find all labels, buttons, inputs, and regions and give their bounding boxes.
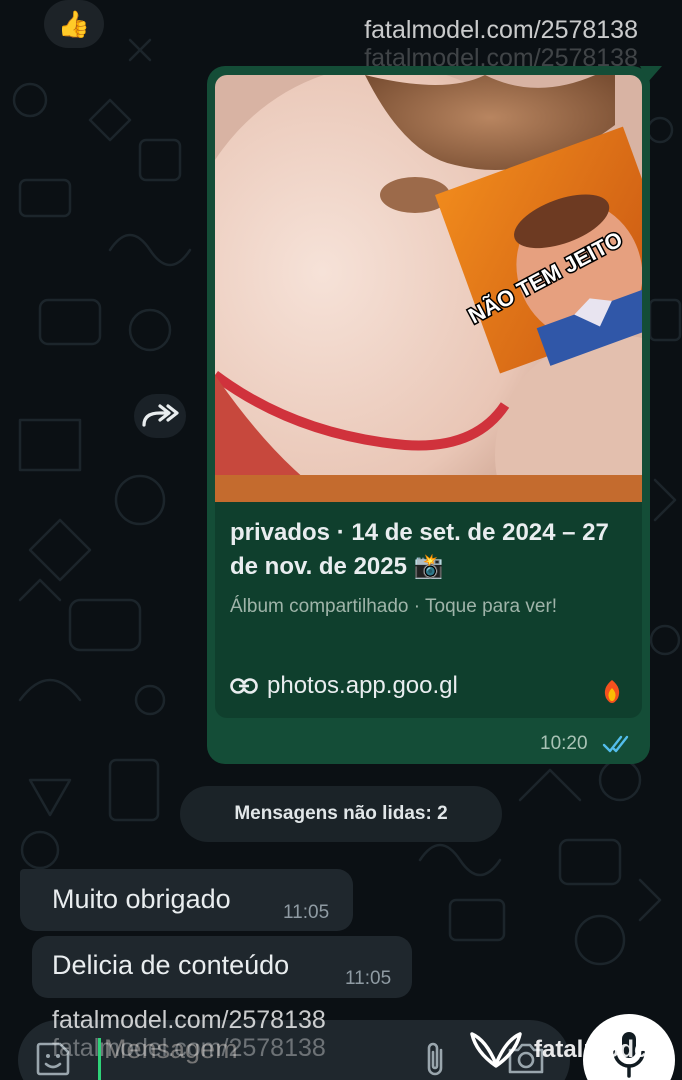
watermark-bottom: fatalmodel.com/2578138 <box>52 1006 326 1034</box>
bubble-tail <box>640 66 662 82</box>
watermark-top: fatalmodel.com/2578138 <box>364 16 638 44</box>
link-preview-image[interactable]: NÃO TEM JEITO <box>215 75 642 502</box>
link-preview-title: privados · 14 de set. de 2024 – 27 de no… <box>230 519 609 580</box>
brand-watermark-text: fatalmodel <box>534 1036 655 1063</box>
incoming-message-bubble[interactable]: Muito obrigado 11:05 <box>20 869 353 931</box>
fatalmodel-logo-icon <box>470 1032 522 1068</box>
unread-messages-divider: Mensagens não lidas: 2 <box>180 786 502 842</box>
watermark-bottom-ghost: fatalmodel.com/2578138 <box>52 1034 326 1062</box>
link-icon <box>230 678 258 694</box>
outgoing-message-time: 10:20 <box>540 733 588 754</box>
forward-button[interactable] <box>134 394 186 438</box>
reaction-chip[interactable]: 👍 <box>44 0 104 48</box>
reaction-emoji: 👍 <box>57 8 91 39</box>
watermark-top-ghost: fatalmodel.com/2578138 <box>364 44 638 72</box>
preview-photo: NÃO TEM JEITO <box>215 75 642 502</box>
message-text: Delicia de conteúdo <box>52 950 290 980</box>
message-text: Muito obrigado <box>52 884 231 914</box>
link-url-row[interactable]: photos.app.goo.gl <box>230 672 458 700</box>
unread-messages-label: Mensagens não lidas: 2 <box>234 803 448 824</box>
forward-icon <box>142 404 179 427</box>
link-preview-card[interactable]: privados · 14 de set. de 2024 – 27 de no… <box>215 502 642 718</box>
paperclip-icon[interactable] <box>421 1040 451 1080</box>
incoming-message-bubble[interactable]: Delicia de conteúdo 11:05 <box>32 936 412 998</box>
link-preview-description: Álbum compartilhado · Toque para ver! <box>230 596 558 617</box>
link-url[interactable]: photos.app.goo.gl <box>267 672 458 700</box>
message-time: 11:05 <box>345 968 392 989</box>
photos-favicon-icon <box>604 680 620 703</box>
message-time: 11:05 <box>283 902 330 923</box>
double-check-icon <box>602 735 629 753</box>
